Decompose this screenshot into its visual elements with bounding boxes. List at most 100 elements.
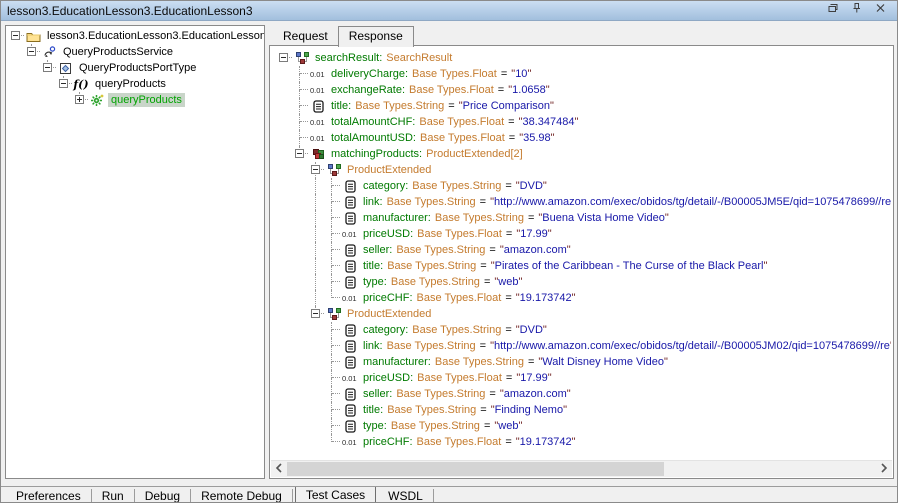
- explorer-node[interactable]: queryProducts: [8, 92, 264, 108]
- collapse-icon[interactable]: [311, 165, 320, 174]
- equals-sign: =: [505, 292, 511, 304]
- field-type: Base Types.String: [387, 260, 476, 272]
- response-node[interactable]: manufacturer:Base Types.String="Walt Dis…: [276, 354, 891, 370]
- tree-connector: [324, 370, 340, 386]
- response-node[interactable]: 0.01totalAmountUSD:Base Types.Float="35.…: [276, 130, 891, 146]
- tree-indent-guide: [24, 60, 40, 76]
- expand-icon[interactable]: [75, 95, 84, 104]
- tree-indent-guide: [292, 322, 308, 338]
- response-node[interactable]: title:Base Types.String="Pirates of the …: [276, 258, 891, 274]
- equals-sign: =: [505, 436, 511, 448]
- response-node[interactable]: ProductExtended: [276, 306, 891, 322]
- collapse-icon[interactable]: [279, 53, 288, 62]
- field-type: Base Types.Float: [419, 116, 504, 128]
- tree-connector: [292, 146, 308, 162]
- folder-icon: [24, 30, 42, 43]
- tree-connector: [324, 434, 340, 450]
- response-node[interactable]: 0.01totalAmountCHF:Base Types.Float="38.…: [276, 114, 891, 130]
- response-node[interactable]: title:Base Types.String="Finding Nemo": [276, 402, 891, 418]
- tree-indent-guide: [276, 226, 292, 242]
- bottom-tab-debug[interactable]: Debug: [135, 489, 191, 502]
- response-node[interactable]: seller:Base Types.String="amazon.com": [276, 386, 891, 402]
- tree-indent-guide: [276, 402, 292, 418]
- response-node[interactable]: link:Base Types.String="http://www.amazo…: [276, 194, 891, 210]
- bottom-tab-test-cases[interactable]: Test Cases: [295, 487, 376, 503]
- response-node[interactable]: manufacturer:Base Types.String="Buena Vi…: [276, 210, 891, 226]
- field-type: Base Types.String: [412, 324, 501, 336]
- field-name: category:: [363, 180, 408, 192]
- bottom-tab-preferences[interactable]: Preferences: [6, 489, 92, 502]
- response-node[interactable]: 0.01priceUSD:Base Types.Float="17.99": [276, 226, 891, 242]
- response-node[interactable]: 0.01deliveryCharge:Base Types.Float="10": [276, 66, 891, 82]
- quote-mark: ": [548, 228, 552, 240]
- string-icon: [340, 244, 361, 257]
- explorer-node[interactable]: QueryProductsPortType: [8, 60, 264, 76]
- pin-button[interactable]: [849, 3, 864, 18]
- field-type: Base Types.String: [355, 100, 444, 112]
- collapse-icon[interactable]: [43, 63, 52, 72]
- collapse-icon[interactable]: [311, 309, 320, 318]
- response-node[interactable]: title:Base Types.String="Price Compariso…: [276, 98, 891, 114]
- collapse-icon[interactable]: [11, 31, 20, 40]
- response-node[interactable]: type:Base Types.String="web": [276, 274, 891, 290]
- quote-mark: ": [546, 84, 550, 96]
- tree-indent-guide: [276, 66, 292, 82]
- tree-indent-guide: [8, 44, 24, 60]
- bottom-tab-remote-debug[interactable]: Remote Debug: [191, 489, 293, 502]
- tree-indent-guide: [292, 418, 308, 434]
- scroll-left-button[interactable]: [271, 461, 287, 477]
- explorer-node[interactable]: QueryProductsService: [8, 44, 264, 60]
- tree-indent-guide: [292, 434, 308, 450]
- field-name: priceUSD:: [363, 228, 413, 240]
- response-node[interactable]: link:Base Types.String="http://www.amazo…: [276, 338, 891, 354]
- tree-connector: [324, 290, 340, 306]
- tree-indent-guide: [276, 322, 292, 338]
- collapse-icon[interactable]: [27, 47, 36, 56]
- tree-indent-guide: [276, 434, 292, 450]
- response-node[interactable]: 0.01exchangeRate:Base Types.Float="1.065…: [276, 82, 891, 98]
- response-node[interactable]: 0.01priceCHF:Base Types.Float="19.173742…: [276, 434, 891, 450]
- string-icon: [308, 100, 329, 113]
- response-node[interactable]: searchResult:SearchResult: [276, 50, 891, 66]
- field-value: 10: [515, 68, 527, 80]
- tab-request[interactable]: Request: [273, 27, 338, 46]
- tree-indent-guide: [308, 290, 324, 306]
- quote-mark: ": [567, 244, 571, 256]
- response-node[interactable]: matchingProducts:ProductExtended[2]: [276, 146, 891, 162]
- field-type: Base Types.String: [387, 340, 476, 352]
- tree-indent-guide: [308, 210, 324, 226]
- restore-window-button[interactable]: [825, 3, 840, 18]
- bottom-tab-run[interactable]: Run: [92, 489, 135, 502]
- horizontal-scrollbar[interactable]: [271, 460, 892, 477]
- bottom-tab-wsdl[interactable]: WSDL: [378, 489, 434, 502]
- scrollbar-track[interactable]: [287, 461, 876, 477]
- window-titlebar[interactable]: lesson3.EducationLesson3.EducationLesson…: [1, 1, 897, 21]
- tree-indent-guide: [308, 338, 324, 354]
- tree-connector: [276, 50, 292, 66]
- scrollbar-thumb[interactable]: [287, 462, 664, 476]
- string-icon: [340, 180, 361, 193]
- explorer-tree: lesson3.EducationLesson3.EducationLesson…: [8, 28, 264, 108]
- operation-icon: [88, 94, 106, 107]
- response-node[interactable]: seller:Base Types.String="amazon.com": [276, 242, 891, 258]
- explorer-node[interactable]: lesson3.EducationLesson3.EducationLesson…: [8, 28, 264, 44]
- float-icon: 0.01: [340, 294, 361, 303]
- scroll-right-button[interactable]: [876, 461, 892, 477]
- response-node[interactable]: category:Base Types.String="DVD": [276, 322, 891, 338]
- equals-sign: =: [506, 372, 512, 384]
- response-node[interactable]: 0.01priceUSD:Base Types.Float="17.99": [276, 370, 891, 386]
- response-node[interactable]: type:Base Types.String="web": [276, 418, 891, 434]
- tab-response[interactable]: Response: [338, 26, 414, 47]
- explorer-node[interactable]: f()queryProducts: [8, 76, 264, 92]
- close-icon: [873, 1, 888, 20]
- field-value: DVD: [520, 180, 543, 192]
- response-node[interactable]: 0.01priceCHF:Base Types.Float="19.173742…: [276, 290, 891, 306]
- string-icon: [340, 356, 361, 369]
- response-tree: searchResult:SearchResult0.01deliveryCha…: [272, 48, 891, 459]
- response-node[interactable]: category:Base Types.String="DVD": [276, 178, 891, 194]
- response-node[interactable]: ProductExtended: [276, 162, 891, 178]
- tree-indent-guide: [292, 242, 308, 258]
- close-button[interactable]: [873, 3, 888, 18]
- collapse-icon[interactable]: [59, 79, 68, 88]
- collapse-icon[interactable]: [295, 149, 304, 158]
